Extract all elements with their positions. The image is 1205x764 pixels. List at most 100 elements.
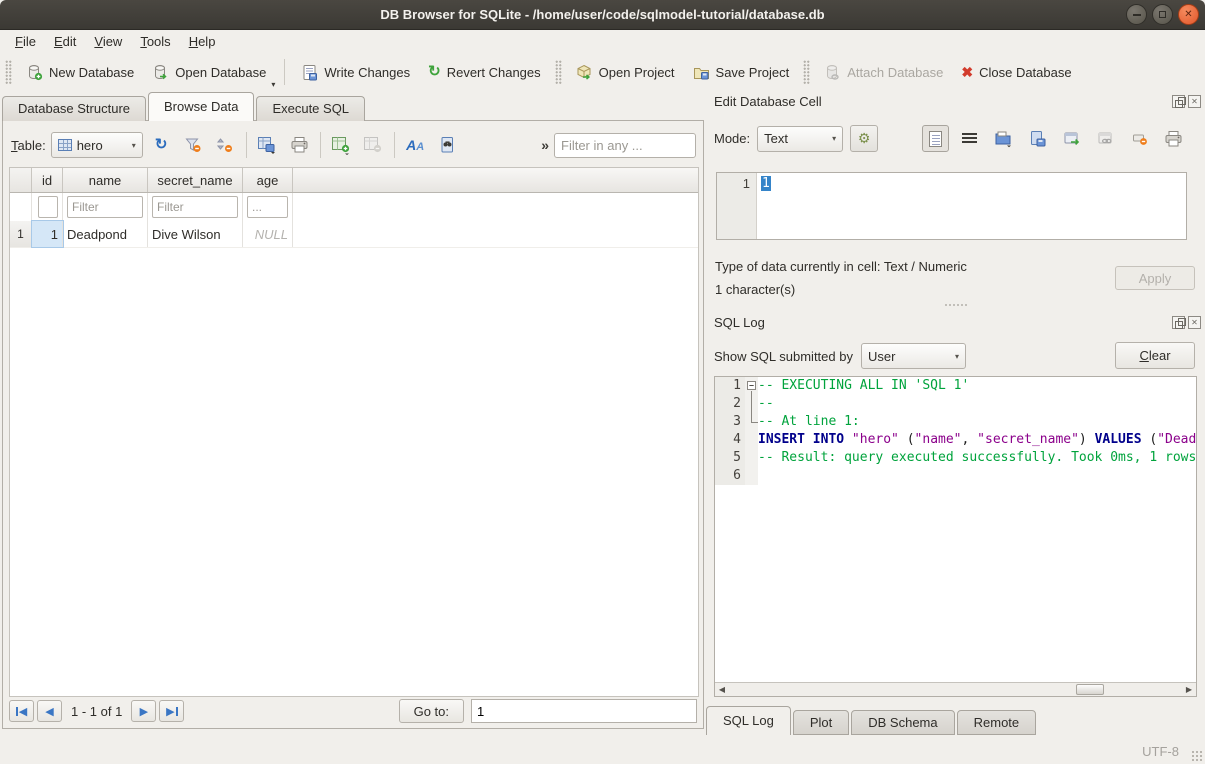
panel-splitter[interactable] — [706, 302, 1205, 308]
cell-value-editor[interactable]: 1 1 — [716, 172, 1187, 240]
column-header-secret-name[interactable]: secret_name — [148, 168, 243, 192]
float-panel-icon[interactable] — [1172, 316, 1185, 329]
tab-database-structure[interactable]: Database Structure — [2, 96, 146, 121]
cell-id[interactable]: 1 — [32, 221, 63, 247]
menu-tools[interactable]: Tools — [131, 32, 179, 51]
column-header-id[interactable]: id — [32, 168, 63, 192]
sql-token: "Deadpond — [1157, 432, 1196, 447]
column-header-age[interactable]: age — [243, 168, 293, 192]
corner-header-cell[interactable] — [10, 168, 32, 192]
sql-source-selector[interactable]: User ▾ — [861, 343, 966, 369]
filter-input-age[interactable] — [247, 196, 288, 218]
fold-margin[interactable]: − — [745, 377, 758, 395]
first-record-button[interactable]: ◀ — [9, 700, 34, 722]
dock-tab-remote[interactable]: Remote — [957, 710, 1037, 735]
set-null-button[interactable] — [1126, 125, 1153, 152]
last-record-button[interactable]: ▶ — [159, 700, 184, 722]
print-icon — [1164, 130, 1183, 148]
close-panel-icon[interactable]: ✕ — [1188, 95, 1201, 108]
toolbar-overflow-chevron[interactable]: » — [541, 137, 549, 153]
titlebar[interactable]: DB Browser for SQLite - /home/user/code/… — [0, 0, 1205, 30]
close-button[interactable]: ✕ — [1178, 4, 1199, 25]
mode-selector[interactable]: Text ▾ — [757, 126, 843, 152]
menu-view[interactable]: View — [85, 32, 131, 51]
edit-cell-dock-buttons: ✕ — [1172, 95, 1201, 108]
set-null-icon — [1131, 130, 1149, 148]
line-number: 3 — [715, 413, 745, 431]
float-panel-icon[interactable] — [1172, 95, 1185, 108]
scroll-left-arrow[interactable]: ◀ — [715, 683, 729, 696]
write-changes-button[interactable]: Write Changes — [292, 59, 419, 86]
word-wrap-button[interactable] — [956, 125, 983, 152]
dock-tab-db-schema[interactable]: DB Schema — [851, 710, 954, 735]
import-data-button[interactable] — [990, 125, 1017, 152]
insert-record-button[interactable] — [328, 132, 355, 158]
open-project-icon — [576, 64, 593, 81]
filter-input-id[interactable] — [38, 196, 58, 218]
toolbar-drag-handle[interactable] — [555, 60, 562, 84]
clear-log-button[interactable]: Clear — [1115, 342, 1195, 369]
close-database-button[interactable]: ✖ Close Database — [952, 60, 1080, 85]
cell-age[interactable]: NULL — [243, 221, 293, 247]
open-project-button[interactable]: Open Project — [567, 59, 684, 86]
tab-execute-sql[interactable]: Execute SQL — [256, 96, 365, 121]
table-selector[interactable]: hero ▾ — [51, 132, 143, 158]
dock-tab-plot[interactable]: Plot — [793, 710, 849, 735]
fold-margin[interactable] — [745, 431, 758, 449]
fold-margin[interactable] — [745, 467, 758, 485]
goto-record-input[interactable] — [471, 699, 697, 723]
scroll-right-arrow[interactable]: ▶ — [1182, 683, 1196, 696]
column-header-name[interactable]: name — [63, 168, 148, 192]
find-in-cells-button[interactable] — [434, 132, 461, 158]
maximize-button[interactable] — [1152, 4, 1173, 25]
print-button[interactable] — [286, 132, 313, 158]
fold-margin[interactable] — [745, 395, 758, 413]
clear-log-label: Clear — [1139, 348, 1170, 363]
window-controls: ✕ — [1126, 4, 1199, 25]
resize-grip[interactable] — [1191, 750, 1203, 762]
filter-input-secret-name[interactable] — [152, 196, 238, 218]
scrollbar-thumb[interactable] — [1076, 684, 1104, 695]
filter-input-name[interactable] — [67, 196, 143, 218]
menu-help[interactable]: Help — [180, 32, 225, 51]
minimize-button[interactable] — [1126, 4, 1147, 25]
text-view-toggle-button[interactable] — [922, 125, 949, 152]
fold-margin[interactable] — [745, 449, 758, 467]
print-cell-button[interactable] — [1160, 125, 1187, 152]
cell-name[interactable]: Deadpond — [63, 221, 148, 247]
save-project-button[interactable]: Save Project — [684, 59, 799, 86]
open-database-button[interactable]: Open Database — [143, 59, 275, 86]
tab-browse-data[interactable]: Browse Data — [148, 92, 254, 121]
auto-switch-mode-button[interactable]: ⚙ — [850, 125, 878, 152]
export-data-button[interactable] — [1024, 125, 1051, 152]
line-number: 2 — [715, 395, 745, 413]
close-panel-icon[interactable]: ✕ — [1188, 316, 1201, 329]
fold-collapse-icon[interactable]: − — [747, 381, 756, 390]
toolbar-drag-handle[interactable] — [803, 60, 810, 84]
edit-display-format-button[interactable]: AA — [402, 132, 429, 158]
next-record-button[interactable]: ▶ — [131, 700, 156, 722]
dock-tab-sql-log[interactable]: SQL Log — [706, 706, 791, 735]
previous-record-button[interactable]: ◀ — [37, 700, 62, 722]
new-database-button[interactable]: New Database — [17, 59, 143, 86]
horizontal-scrollbar[interactable]: ◀ ▶ — [715, 682, 1196, 696]
cell-secret-name[interactable]: Dive Wilson — [148, 221, 243, 247]
filter-any-column-input[interactable] — [554, 133, 696, 158]
clear-filters-button[interactable] — [180, 132, 207, 158]
clear-filters-icon — [184, 136, 202, 154]
table-label: Table: — [11, 138, 46, 153]
refresh-button[interactable]: ↻ — [148, 132, 175, 158]
fold-margin[interactable] — [745, 413, 758, 431]
toolbar-drag-handle[interactable] — [5, 60, 12, 84]
menu-file[interactable]: File — [6, 32, 45, 51]
sql-log-editor[interactable]: 1−-- EXECUTING ALL IN 'SQL 1'2--3-- At l… — [714, 376, 1197, 697]
goto-button[interactable]: Go to: — [399, 699, 464, 723]
cell-editor-content: 1 — [761, 176, 771, 191]
row-header[interactable]: 1 — [10, 221, 32, 247]
revert-changes-button[interactable]: ↻ Revert Changes — [419, 60, 550, 85]
open-in-external-button[interactable] — [1058, 125, 1085, 152]
clear-sorting-button[interactable] — [212, 132, 239, 158]
open-database-dropdown-caret[interactable]: ▾ — [271, 80, 275, 89]
save-results-button[interactable] — [254, 132, 281, 158]
menu-edit[interactable]: Edit — [45, 32, 85, 51]
